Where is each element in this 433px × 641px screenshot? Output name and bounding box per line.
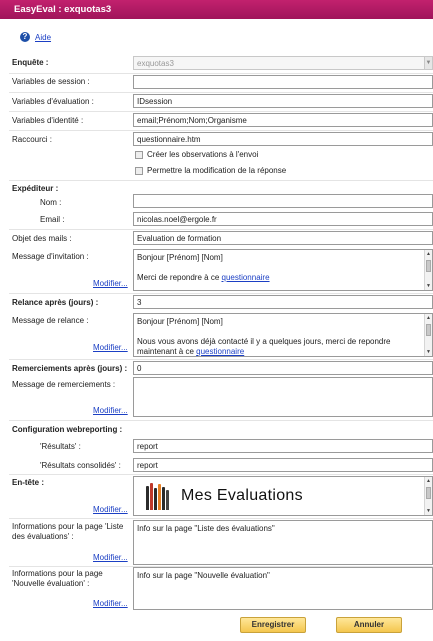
session-vars-label: Variables de session : — [12, 77, 90, 86]
survey-select: exquotas3 ▼ — [133, 56, 433, 70]
sender-name-input[interactable] — [133, 194, 433, 208]
consolidated-results-input[interactable]: report — [133, 458, 433, 472]
scroll-thumb[interactable] — [426, 260, 431, 272]
sender-heading: Expéditeur : — [12, 184, 59, 193]
help-link[interactable]: ? Aide — [20, 32, 51, 42]
create-observations-checkbox[interactable]: Créer les observations à l'envoi — [135, 150, 258, 159]
webreporting-heading: Configuration webreporting : — [12, 425, 123, 434]
create-observations-label: Créer les observations à l'envoi — [147, 150, 259, 159]
header-editor[interactable]: Mes Evaluations ▲ ▼ — [133, 476, 433, 516]
divider — [9, 229, 433, 230]
invitation-line2: Merci de repondre à ce — [137, 273, 222, 282]
eval-vars-input[interactable]: IDsession — [133, 94, 433, 108]
scroll-down-icon[interactable]: ▼ — [425, 349, 432, 355]
results-input[interactable]: report — [133, 439, 433, 453]
list-page-label: Informations pour la page 'Liste des éva… — [12, 522, 124, 541]
allow-modify-checkbox[interactable]: Permettre la modification de la réponse — [135, 166, 286, 175]
divider — [9, 518, 433, 519]
thanks-label: Message de remerciements : — [12, 380, 116, 389]
list-page-info[interactable]: Info sur la page "Liste des évaluations" — [133, 520, 433, 565]
checkbox-box[interactable] — [135, 166, 143, 175]
divider — [9, 293, 433, 294]
sender-email-label: Email : — [40, 215, 65, 224]
session-vars-input[interactable] — [133, 75, 433, 89]
survey-value: exquotas3 — [137, 59, 174, 68]
window-title: EasyEval : exquotas3 — [0, 0, 433, 19]
shortcut-input[interactable]: questionnaire.htm — [133, 132, 433, 146]
save-button[interactable]: Enregistrer — [240, 617, 306, 633]
divider — [9, 73, 433, 74]
mail-subject-label: Objet des mails : — [12, 234, 72, 243]
survey-label: Enquête : — [12, 58, 49, 67]
reminder-days-input[interactable]: 3 — [133, 295, 433, 309]
divider — [9, 130, 433, 131]
consolidated-results-label: 'Résultats consolidés' : — [40, 461, 121, 470]
invitation-line1: Bonjour [Prénom] [Nom] — [137, 253, 223, 262]
header-banner: Mes Evaluations — [134, 477, 432, 515]
header-banner-text: Mes Evaluations — [181, 487, 303, 504]
scrollbar[interactable]: ▲ ▼ — [424, 477, 432, 515]
list-page-modify-link[interactable]: Modifier... — [93, 553, 128, 562]
reminder-label: Message de relance : — [12, 316, 89, 325]
divider — [9, 180, 433, 181]
mail-subject-input[interactable]: Evaluation de formation — [133, 231, 433, 245]
identity-vars-input[interactable]: email;Prénom;Nom;Organisme — [133, 113, 433, 127]
scroll-up-icon[interactable]: ▲ — [425, 478, 432, 484]
checkbox-box[interactable] — [135, 150, 143, 159]
reminder-days-label: Relance après (jours) : — [12, 298, 99, 307]
thanks-message[interactable] — [133, 377, 433, 417]
divider — [9, 92, 433, 93]
thanks-modify-link[interactable]: Modifier... — [93, 406, 128, 415]
eval-vars-label: Variables d'évaluation : — [12, 97, 94, 106]
invitation-label: Message d'invitation : — [12, 252, 89, 261]
header-label: En-tête : — [12, 478, 44, 487]
sender-email-input[interactable]: nicolas.noel@ergole.fr — [133, 212, 433, 226]
scrollbar[interactable]: ▲ ▼ — [424, 314, 432, 356]
sender-name-label: Nom : — [40, 198, 62, 207]
results-label: 'Résultats' : — [40, 442, 81, 451]
reminder-message[interactable]: Bonjour [Prénom] [Nom] Nous vous avons d… — [133, 313, 433, 357]
reminder-modify-link[interactable]: Modifier... — [93, 343, 128, 352]
scroll-up-icon[interactable]: ▲ — [425, 251, 432, 257]
identity-vars-label: Variables d'identité : — [12, 116, 84, 125]
shortcut-label: Raccourci : — [12, 135, 53, 144]
scroll-up-icon[interactable]: ▲ — [425, 315, 432, 321]
new-page-modify-link[interactable]: Modifier... — [93, 599, 128, 608]
reminder-line3: maintenant à ce — [137, 347, 197, 356]
chevron-down-icon: ▼ — [424, 57, 432, 69]
people-logo-icon — [146, 482, 169, 510]
invitation-questionnaire-link[interactable]: questionnaire — [222, 273, 270, 282]
reminder-line2: Nous vous avons déjà contacté il y a que… — [137, 337, 391, 346]
scroll-down-icon[interactable]: ▼ — [425, 508, 432, 514]
reminder-questionnaire-link[interactable]: questionnaire — [196, 347, 244, 356]
help-label[interactable]: Aide — [35, 33, 51, 42]
invitation-modify-link[interactable]: Modifier... — [93, 279, 128, 288]
divider — [9, 420, 433, 421]
cancel-button[interactable]: Annuler — [336, 617, 402, 633]
new-page-text: Info sur la page "Nouvelle évaluation" — [137, 571, 270, 580]
scroll-down-icon[interactable]: ▼ — [425, 283, 432, 289]
thanks-days-label: Remerciements après (jours) : — [12, 364, 128, 373]
reminder-line1: Bonjour [Prénom] [Nom] — [137, 317, 223, 326]
thanks-days-input[interactable]: 0 — [133, 361, 433, 375]
new-page-info[interactable]: Info sur la page "Nouvelle évaluation" — [133, 567, 433, 610]
scrollbar[interactable]: ▲ ▼ — [424, 250, 432, 290]
scroll-thumb[interactable] — [426, 487, 431, 499]
header-modify-link[interactable]: Modifier... — [93, 505, 128, 514]
divider — [9, 111, 433, 112]
divider — [9, 359, 433, 360]
list-page-text: Info sur la page "Liste des évaluations" — [137, 524, 275, 533]
allow-modify-label: Permettre la modification de la réponse — [147, 166, 287, 175]
invitation-message[interactable]: Bonjour [Prénom] [Nom] Merci de repondre… — [133, 249, 433, 291]
new-page-label: Informations pour la page 'Nouvelle éval… — [12, 569, 103, 588]
scroll-thumb[interactable] — [426, 324, 431, 336]
question-icon: ? — [20, 32, 30, 42]
divider — [9, 474, 433, 475]
